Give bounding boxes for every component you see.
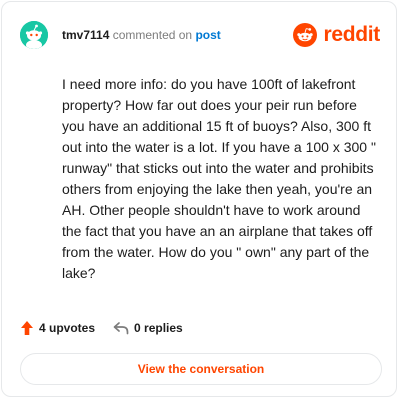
reddit-wordmark: reddit	[323, 23, 380, 46]
snoo-avatar-icon[interactable]	[20, 21, 48, 49]
action-text: commented on	[112, 28, 193, 42]
upvotes-stat[interactable]: 4 upvotes	[20, 320, 95, 336]
reddit-logo-icon	[293, 23, 318, 47]
comment-meta: tmv7114 commented on post	[62, 27, 221, 43]
upvote-arrow-icon	[20, 320, 34, 336]
upvotes-count: 4 upvotes	[39, 321, 96, 335]
reply-arrow-icon	[113, 321, 129, 335]
replies-count: 0 replies	[134, 321, 183, 335]
comment-card: tmv7114 commented on post reddit I need …	[1, 1, 397, 397]
view-conversation-button[interactable]: View the conversation	[20, 353, 382, 385]
comment-stats: 4 upvotes 0 replies	[20, 318, 183, 338]
comment-header: tmv7114 commented on post reddit	[20, 21, 380, 49]
username-link[interactable]: tmv7114	[62, 28, 109, 42]
reddit-brand[interactable]: reddit	[293, 21, 380, 49]
comment-body: I need more info: do you have 100ft of l…	[62, 76, 376, 281]
replies-stat[interactable]: 0 replies	[113, 321, 183, 335]
post-link[interactable]: post	[195, 28, 220, 42]
